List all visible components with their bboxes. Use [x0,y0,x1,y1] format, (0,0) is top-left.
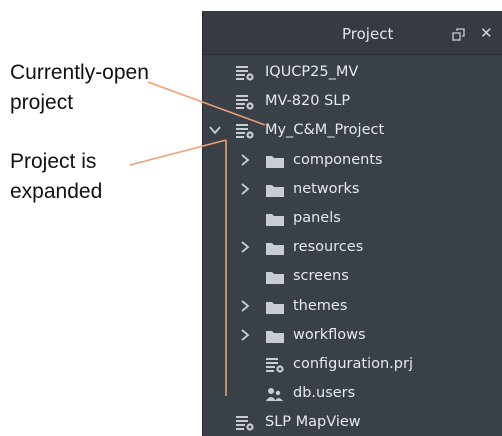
tree-item-label: resources [293,239,364,256]
annotation-currently-open-line2: project [10,91,74,114]
folder-icon [265,328,285,344]
folder-icon [265,240,285,256]
close-icon[interactable]: ✕ [480,25,494,41]
tree-item-label: configuration.prj [293,356,413,372]
tree-item[interactable]: db.users [203,379,502,408]
tree-item-label: panels [293,210,341,226]
project-file-icon [235,65,255,81]
chevron-right-icon[interactable] [238,239,252,255]
tree-item[interactable]: configuration.prj [203,350,502,379]
tree-item-label: screens [293,268,349,285]
annotation-currently-open-line1: Currently-open [10,61,149,84]
tree-item-label: themes [293,297,348,314]
folder-icon [265,211,285,227]
restore-window-icon[interactable] [452,28,465,41]
tree-item[interactable]: themes [203,292,502,321]
tree-item[interactable]: workflows [203,321,502,350]
tree-item[interactable]: panels [203,204,502,233]
annotation-project-expanded-line2: expanded [10,180,103,203]
chevron-right-icon[interactable] [238,152,252,168]
tree-item[interactable]: SLP MapView [203,408,502,436]
tree-item-label: IQUCP25_MV [265,64,359,80]
annotation-project-expanded: Project is expanded [10,147,102,207]
chevron-right-icon[interactable] [238,298,252,314]
chevron-right-icon[interactable] [238,327,252,343]
project-panel: Project ✕ IQUCP25_MV MV-820 SLP My_C&M_Pro… [202,11,502,436]
panel-title: Project [342,25,394,43]
users-icon [265,386,285,402]
project-file-icon [235,123,255,139]
tree-item-label: networks [293,180,360,197]
folder-icon [265,182,285,198]
panel-header: Project ✕ [203,11,502,55]
tree-item-label: workflows [293,326,366,343]
tree-item-label: MV-820 SLP [265,93,351,110]
annotation-project-expanded-line1: Project is [10,150,97,173]
folder-icon [265,269,285,285]
tree-item-label: components [293,151,383,168]
project-file-icon [235,94,255,110]
folder-icon [265,299,285,315]
folder-icon [265,153,285,169]
project-file-icon [235,415,255,431]
chevron-right-icon[interactable] [238,181,252,197]
project-file-icon [265,357,285,373]
tree-item-label: db.users [293,385,356,402]
annotation-currently-open: Currently-open project [10,58,149,118]
tree-item[interactable]: networks [203,175,502,204]
tree-item[interactable]: IQUCP25_MV [203,58,502,87]
chevron-down-icon[interactable] [208,122,222,138]
tree-item[interactable]: screens [203,262,502,291]
tree-item[interactable]: components [203,146,502,175]
tree-item[interactable]: resources [203,233,502,262]
tree-item-label: SLP MapView [265,414,361,431]
tree-item[interactable]: MV-820 SLP [203,87,502,116]
tree-item[interactable]: My_C&M_Project [203,116,502,145]
tree-item-label: My_C&M_Project [265,122,385,139]
